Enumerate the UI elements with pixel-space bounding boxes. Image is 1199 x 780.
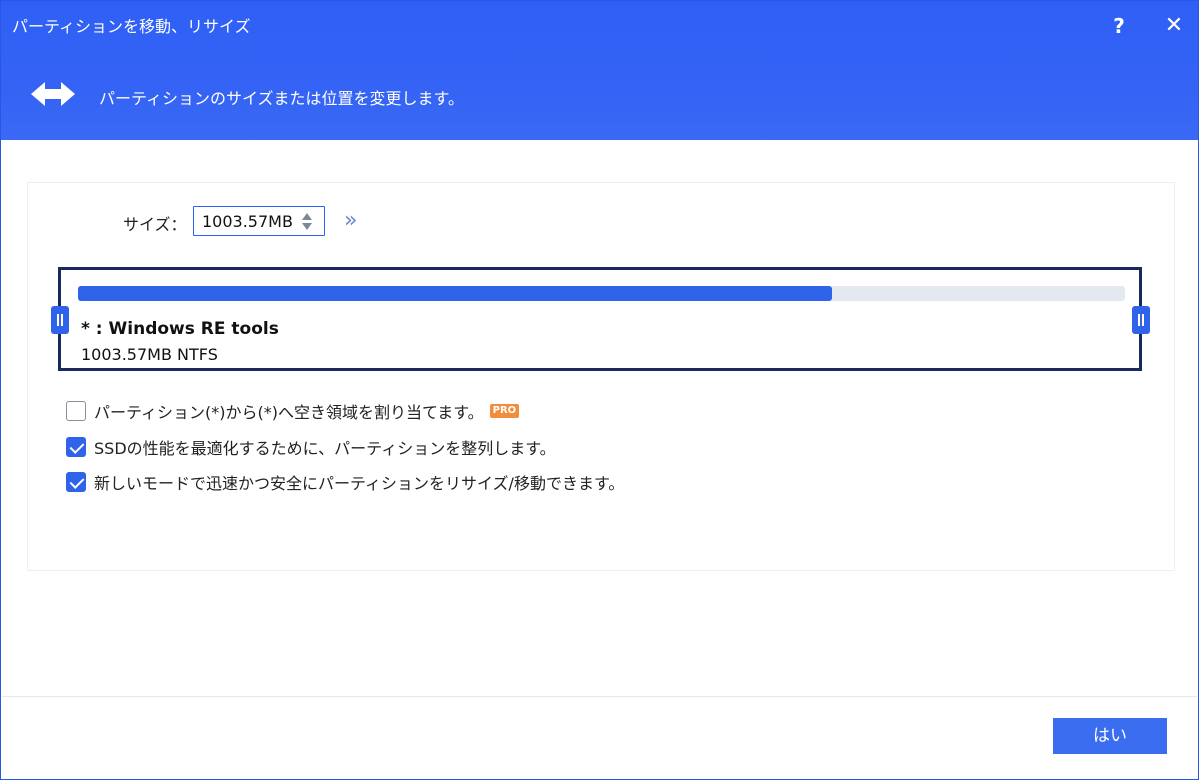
spin-down-icon[interactable]: [302, 223, 312, 230]
close-button[interactable]: ✕: [1161, 13, 1187, 39]
partition-usage-fill: [78, 286, 832, 301]
settings-panel: [27, 182, 1175, 571]
help-button[interactable]: ?: [1107, 13, 1131, 39]
spin-up-icon[interactable]: [302, 213, 312, 220]
partition-info: 1003.57MB NTFS: [81, 345, 218, 364]
ok-button[interactable]: はい: [1053, 718, 1167, 754]
option-label: SSDの性能を最適化するために、パーティションを整列します。: [94, 439, 556, 458]
window-title: パーティションを移動、リサイズ: [12, 17, 251, 36]
option-label: パーティション(*)から(*)へ空き領域を割り当てます。: [94, 403, 484, 422]
partition-usage-track: [78, 286, 1125, 301]
size-label: サイズ：: [123, 215, 187, 234]
banner-description: パーティションのサイズまたは位置を変更します。: [99, 89, 464, 108]
dialog-header: パーティションを移動、リサイズ ? ✕ パーティションのサイズまたは位置を変更し…: [1, 1, 1198, 140]
resize-handle-left[interactable]: [51, 306, 69, 334]
resize-handle-right[interactable]: [1132, 306, 1150, 334]
partition-map[interactable]: * : Windows RE tools 1003.57MB NTFS: [58, 267, 1142, 371]
option-ssd-align[interactable]: SSDの性能を最適化するために、パーティションを整列します。: [66, 436, 556, 458]
checkbox[interactable]: [66, 437, 86, 457]
size-value: 1003.57MB: [202, 212, 293, 231]
checkbox[interactable]: [66, 401, 86, 421]
partition-name: * : Windows RE tools: [81, 319, 279, 339]
size-stepper[interactable]: 1003.57MB: [193, 206, 325, 236]
option-allocate-space[interactable]: パーティション(*)から(*)へ空き領域を割り当てます。 PRO: [66, 400, 520, 422]
pro-badge: PRO: [489, 404, 520, 418]
option-new-mode[interactable]: 新しいモードで迅速かつ安全にパーティションをリサイズ/移動できます。: [66, 471, 624, 493]
footer-divider: [2, 696, 1197, 697]
option-label: 新しいモードで迅速かつ安全にパーティションをリサイズ/移動できます。: [94, 474, 625, 493]
dialog-window: パーティションを移動、リサイズ ? ✕ パーティションのサイズまたは位置を変更し…: [0, 0, 1199, 780]
checkbox[interactable]: [66, 472, 86, 492]
double-arrow-icon: [31, 82, 75, 106]
double-chevron-right-icon[interactable]: »: [344, 208, 358, 233]
